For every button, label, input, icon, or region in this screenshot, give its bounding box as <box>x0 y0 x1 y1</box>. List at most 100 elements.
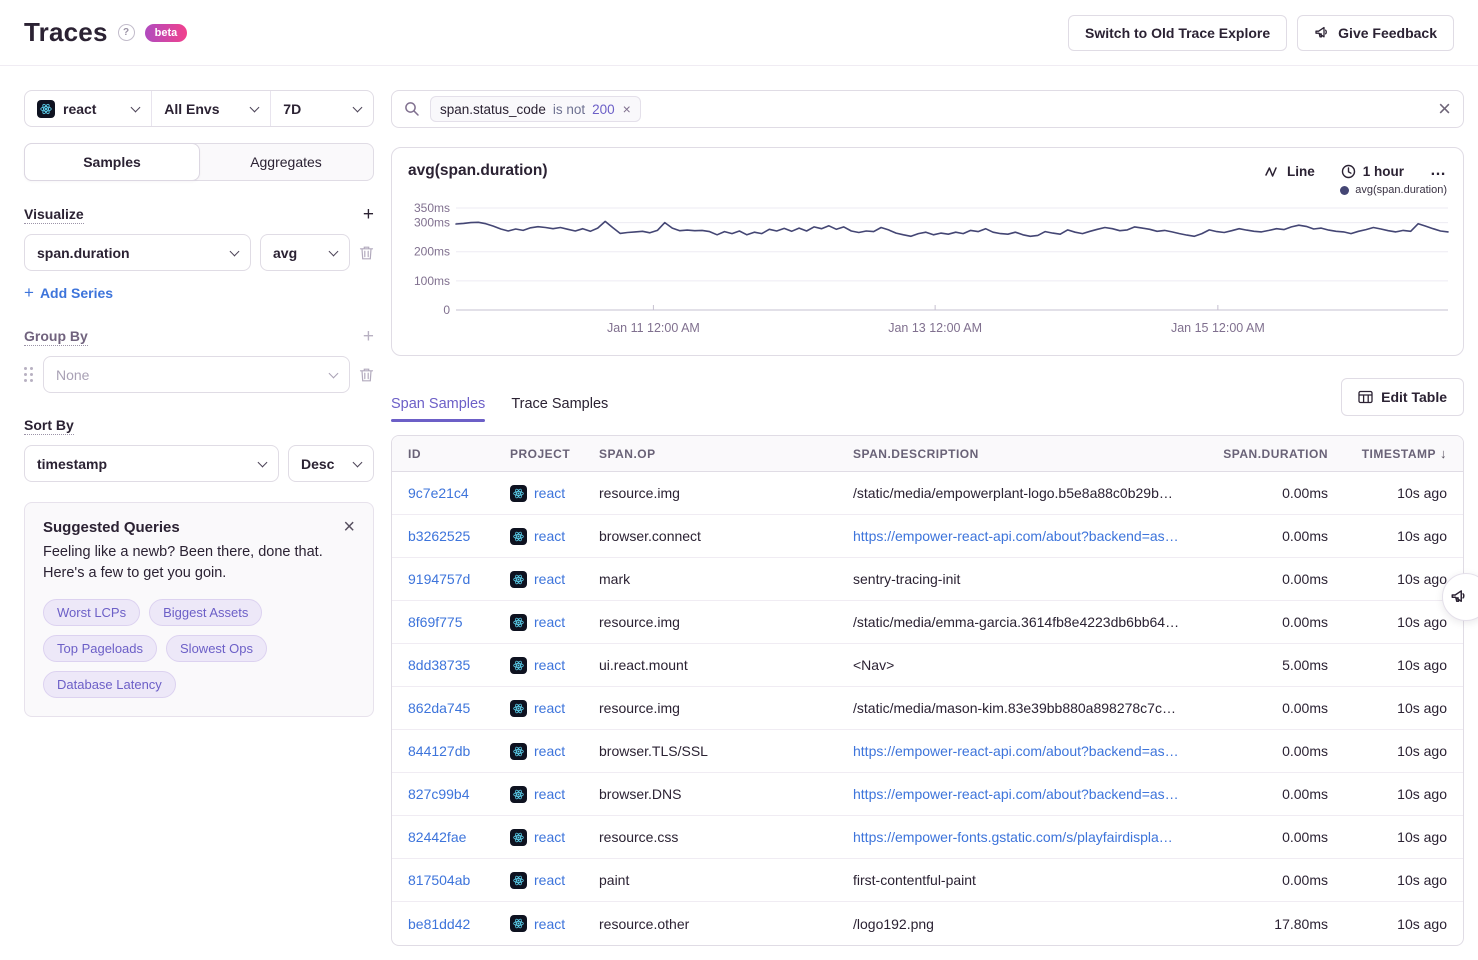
suggested-query-chip[interactable]: Database Latency <box>43 671 176 698</box>
table-row: 8f69f775reactresource.img/static/media/e… <box>392 601 1463 644</box>
timestamp: 10s ago <box>1397 528 1447 544</box>
clock-icon <box>1341 164 1356 179</box>
timestamp: 10s ago <box>1397 786 1447 802</box>
timestamp: 10s ago <box>1397 829 1447 845</box>
span-id-link[interactable]: b3262525 <box>408 528 470 544</box>
delete-group-by-icon[interactable] <box>359 367 374 383</box>
visualize-aggregate-dropdown[interactable]: avg <box>260 234 350 271</box>
environment-selector[interactable]: All Envs <box>151 91 270 126</box>
tab-span-samples[interactable]: Span Samples <box>391 396 485 422</box>
column-header-span.duration[interactable]: SPAN.DURATION <box>1198 447 1328 461</box>
edit-table-button[interactable]: Edit Table <box>1341 378 1464 416</box>
chart-interval-selector[interactable]: 1 hour <box>1341 164 1404 179</box>
add-series-button[interactable]: + Add Series <box>24 283 113 303</box>
project-link[interactable]: react <box>534 485 565 501</box>
sample-tabs: Span Samples Trace Samples <box>391 396 608 422</box>
project-link[interactable]: react <box>534 571 565 587</box>
suggested-query-chip[interactable]: Biggest Assets <box>149 599 262 626</box>
table-row: 827c99b4 react browser.DNShttps://empower-… <box>392 773 1463 816</box>
project-link[interactable]: react <box>534 829 565 845</box>
tab-samples[interactable]: Samples <box>24 143 200 181</box>
span-op: browser.TLS/SSL <box>599 743 853 759</box>
project-link[interactable]: react <box>534 700 565 716</box>
chevron-down-icon <box>258 457 268 467</box>
table-row: 817504abreactpaintfirst-contentful-paint… <box>392 859 1463 902</box>
column-header-project[interactable]: PROJECT <box>510 447 599 461</box>
span-description-link[interactable]: https://empower-react-api.com/about?back… <box>853 786 1179 802</box>
chart-menu-button[interactable]: … <box>1430 162 1447 180</box>
column-header-span.op[interactable]: SPAN.OP <box>599 447 853 461</box>
chart-type-toggle[interactable]: Line <box>1265 164 1315 179</box>
span-id-link[interactable]: 827c99b4 <box>408 786 470 802</box>
span-duration: 17.80ms <box>1198 916 1328 932</box>
project-link[interactable]: react <box>534 872 565 888</box>
date-range-selector[interactable]: 7D <box>270 91 373 126</box>
clear-search-icon[interactable]: × <box>1438 98 1451 120</box>
span-id-link[interactable]: 9c7e21c4 <box>408 485 469 501</box>
delete-series-icon[interactable] <box>359 245 374 261</box>
react-project-icon <box>510 872 527 889</box>
project-link[interactable]: react <box>534 528 565 544</box>
project-link[interactable]: react <box>534 786 565 802</box>
close-icon[interactable]: × <box>343 519 355 535</box>
suggested-query-chip[interactable]: Top Pageloads <box>43 635 157 662</box>
span-id-link[interactable]: 8f69f775 <box>408 614 463 630</box>
column-header-id[interactable]: ID <box>408 447 510 461</box>
chart-legend-item[interactable]: avg(span.duration) <box>408 184 1447 196</box>
react-project-icon <box>510 786 527 803</box>
group-by-dropdown[interactable]: None <box>43 356 350 393</box>
table-row: 9194757dreactmarksentry-tracing-init0.00… <box>392 558 1463 601</box>
chart-card: avg(span.duration) Line 1 hour <box>391 147 1464 356</box>
project-link[interactable]: react <box>534 657 565 673</box>
tab-aggregates[interactable]: Aggregates <box>199 144 373 180</box>
span-id-link[interactable]: 862da745 <box>408 700 470 716</box>
help-icon[interactable]: ? <box>118 24 135 41</box>
chevron-down-icon <box>329 246 339 256</box>
span-description-link[interactable]: https://empower-fonts.gstatic.com/s/play… <box>853 829 1173 845</box>
give-feedback-button[interactable]: Give Feedback <box>1297 15 1454 51</box>
top-bar: Traces ? beta Switch to Old Trace Explor… <box>0 0 1478 66</box>
span-id-link[interactable]: 817504ab <box>408 872 470 888</box>
megaphone-icon <box>1314 25 1330 41</box>
project-link[interactable]: react <box>534 916 565 932</box>
visualize-field-dropdown[interactable]: span.duration <box>24 234 251 271</box>
column-header-span.description[interactable]: SPAN.DESCRIPTION <box>853 447 1198 461</box>
project-link[interactable]: react <box>534 614 565 630</box>
line-chart[interactable]: 350ms300ms200ms100ms0Jan 11 12:00 AMJan … <box>408 198 1447 351</box>
drag-handle[interactable] <box>24 367 34 383</box>
span-op: browser.DNS <box>599 786 853 802</box>
remove-filter-icon[interactable]: × <box>623 101 631 117</box>
tab-trace-samples[interactable]: Trace Samples <box>511 396 608 422</box>
span-id-link[interactable]: 9194757d <box>408 571 470 587</box>
switch-old-explore-button[interactable]: Switch to Old Trace Explore <box>1068 15 1287 51</box>
table-row: 844127db react browser.TLS/SSLhttps://empo… <box>392 730 1463 773</box>
project-link[interactable]: react <box>534 743 565 759</box>
project-selector[interactable]: react <box>25 91 151 126</box>
search-bar[interactable]: span.status_code is not 200 × × <box>391 90 1464 128</box>
add-visualize-button[interactable]: + <box>363 205 374 224</box>
sort-direction-dropdown[interactable]: Desc <box>288 445 374 482</box>
span-op: paint <box>599 872 853 888</box>
svg-text:Jan 15 12:00 AM: Jan 15 12:00 AM <box>1171 321 1265 335</box>
react-project-icon <box>510 743 527 760</box>
span-description: sentry-tracing-init <box>853 571 1198 587</box>
span-duration: 0.00ms <box>1198 786 1328 802</box>
column-header-timestamp[interactable]: TIMESTAMP↓ <box>1328 446 1447 461</box>
span-id-link[interactable]: 8dd38735 <box>408 657 470 673</box>
add-group-by-button[interactable]: + <box>363 327 374 346</box>
timestamp: 10s ago <box>1397 571 1447 587</box>
span-duration: 0.00ms <box>1198 743 1328 759</box>
suggested-query-chip[interactable]: Worst LCPs <box>43 599 140 626</box>
suggested-query-chip[interactable]: Slowest Ops <box>166 635 267 662</box>
span-id-link[interactable]: 82442fae <box>408 829 466 845</box>
span-description-link[interactable]: https://empower-react-api.com/about?back… <box>853 528 1179 544</box>
filter-token[interactable]: span.status_code is not 200 × <box>430 96 641 122</box>
sort-field-dropdown[interactable]: timestamp <box>24 445 279 482</box>
span-id-link[interactable]: be81dd42 <box>408 916 470 932</box>
suggested-query-chips: Worst LCPs Biggest Assets Top Pageloads Slo… <box>43 599 355 698</box>
span-description-link[interactable]: https://empower-react-api.com/about?back… <box>853 743 1179 759</box>
span-id-link[interactable]: 844127db <box>408 743 470 759</box>
span-description: <Nav> <box>853 657 1198 673</box>
sort-descending-icon: ↓ <box>1440 446 1447 461</box>
svg-text:350ms: 350ms <box>414 201 450 215</box>
